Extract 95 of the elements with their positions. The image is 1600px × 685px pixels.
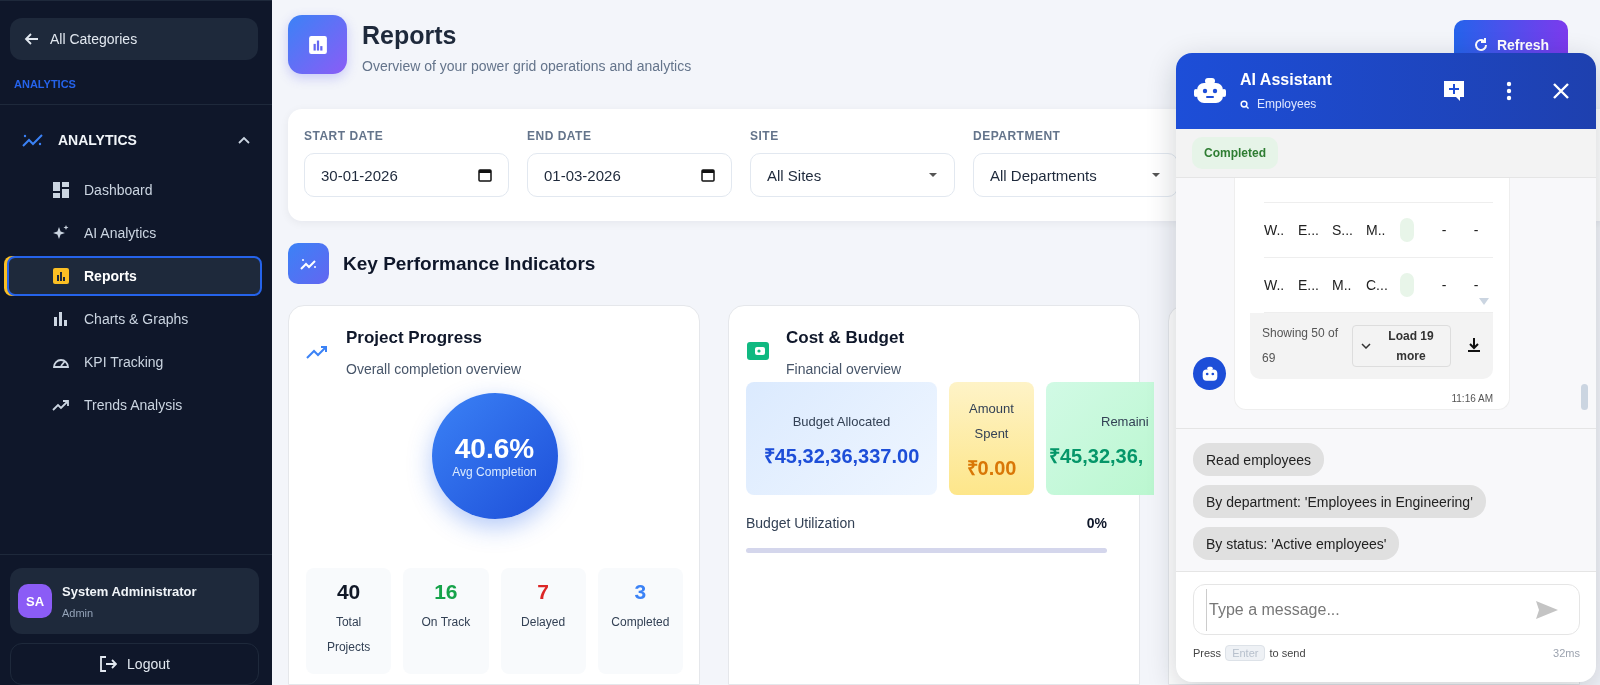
stat-value: 16 bbox=[434, 580, 458, 604]
completion-label: Avg Completion bbox=[452, 465, 537, 479]
user-name: System Administrator bbox=[62, 583, 197, 599]
grid-icon bbox=[52, 181, 70, 199]
table-cell: W.. bbox=[1264, 222, 1286, 238]
showing-count: Showing 50 of 69 bbox=[1262, 325, 1340, 367]
bar-chart-icon bbox=[52, 267, 70, 285]
completion-percent: 40.6% bbox=[454, 433, 535, 465]
trend-icon bbox=[306, 344, 330, 360]
table-cell: S... bbox=[1332, 222, 1354, 238]
filter-label: END DATE bbox=[527, 129, 593, 143]
calendar-icon bbox=[701, 168, 715, 182]
message-field[interactable]: Type a message... bbox=[1193, 584, 1580, 635]
table-cell-text: - bbox=[1472, 222, 1480, 238]
close-icon bbox=[1552, 82, 1570, 100]
stat-value: 40 bbox=[336, 580, 361, 604]
all-categories-button[interactable]: All Categories bbox=[10, 18, 258, 60]
user-role: Admin bbox=[62, 606, 95, 619]
suggestion-chip[interactable]: Read employees bbox=[1193, 443, 1325, 476]
status-badge: Completed bbox=[1192, 137, 1278, 169]
table-cell: C... bbox=[1366, 277, 1388, 293]
budget-amount: ₹0.00 bbox=[966, 456, 1017, 481]
report-icon bbox=[288, 15, 347, 74]
chevron-icon bbox=[1361, 343, 1371, 349]
date-field[interactable]: 30-01-2026 bbox=[304, 153, 509, 197]
stat-value: 3 bbox=[634, 580, 647, 604]
stat-value: 7 bbox=[537, 580, 549, 604]
section-title: Key Performance Indicators bbox=[343, 252, 596, 275]
table-cell-text: - bbox=[1472, 277, 1480, 293]
download-icon bbox=[1467, 336, 1481, 353]
budget-amount: ₹45,32,36,337.00 bbox=[763, 443, 920, 469]
back-arrow-icon bbox=[24, 31, 40, 47]
search-icon bbox=[1240, 99, 1249, 109]
chat-title: AI Assistant bbox=[1240, 71, 1333, 89]
add-comment-icon bbox=[1442, 79, 1466, 103]
budget-label: Amount Spent bbox=[968, 400, 1015, 443]
logout-button[interactable]: Logout bbox=[10, 643, 259, 685]
page-title: Reports bbox=[362, 21, 458, 50]
calendar-icon bbox=[478, 168, 492, 182]
wallet-icon bbox=[746, 340, 770, 362]
filter-label: SITE bbox=[750, 129, 780, 143]
table-cell: W.. bbox=[1264, 277, 1286, 293]
nav-item[interactable]: KPI Tracking bbox=[7, 342, 262, 382]
utilization-label: Budget Utilization bbox=[746, 515, 855, 531]
robot-icon bbox=[1200, 365, 1219, 382]
hint-text: to send bbox=[1269, 647, 1306, 659]
table-cell-text: - bbox=[1440, 222, 1448, 238]
card-title: Project Progress bbox=[346, 328, 484, 348]
suggestion-chip[interactable]: By department: 'Employees in Engineering' bbox=[1193, 485, 1486, 518]
page-subtitle: Overview of your power grid operations and analytics bbox=[362, 58, 692, 74]
stat-label: Delayed bbox=[520, 614, 567, 631]
filter-label: START DATE bbox=[304, 129, 385, 143]
table-cell-text: M.. bbox=[1332, 277, 1353, 293]
table-cell-text: M.. bbox=[1366, 222, 1387, 238]
budget-amount: ₹45,32,36, bbox=[1049, 443, 1144, 469]
refresh-icon bbox=[1472, 37, 1489, 53]
logout-icon bbox=[99, 655, 118, 673]
dropdown-icon bbox=[928, 172, 938, 178]
utilization-value: 0% bbox=[1086, 515, 1108, 531]
budget-label: Budget Allocated bbox=[792, 412, 891, 431]
message-time: 11:16 AM bbox=[1451, 393, 1493, 404]
section-label: ANALYTICS bbox=[13, 78, 77, 90]
card-subtitle: Overall completion overview bbox=[346, 361, 522, 377]
load-more-button[interactable]: Load 19 more bbox=[1352, 325, 1451, 367]
latency-text: 32ms bbox=[1553, 647, 1580, 659]
user-avatar: SA bbox=[18, 584, 52, 618]
bar-chart-icon bbox=[52, 310, 70, 328]
more-icon bbox=[1506, 81, 1512, 101]
nav-item[interactable]: Dashboard bbox=[7, 170, 262, 210]
table-cell: E... bbox=[1298, 277, 1320, 293]
chat-context: Employees bbox=[1240, 97, 1410, 111]
stat-label: Total Projects bbox=[325, 614, 372, 656]
filter-label: DEPARTMENT bbox=[973, 129, 1062, 143]
analytics-group-header[interactable]: ANALYTICS bbox=[0, 125, 272, 155]
robot-icon bbox=[1194, 77, 1226, 105]
nav-item[interactable]: Trends Analysis bbox=[7, 385, 262, 425]
nav-item[interactable]: Charts & Graphs bbox=[7, 299, 262, 339]
nav-item[interactable]: Reports bbox=[7, 256, 262, 296]
nav-item[interactable]: AI Analytics bbox=[7, 213, 262, 253]
card-subtitle: Financial overview bbox=[786, 361, 903, 377]
sparkle-trend-icon bbox=[288, 243, 329, 284]
suggestion-chip[interactable]: By status: 'Active employees' bbox=[1193, 527, 1400, 560]
hint-text: Press bbox=[1193, 647, 1222, 659]
select-field[interactable]: All Sites bbox=[750, 153, 955, 197]
stat-label: Completed bbox=[610, 614, 671, 631]
card-title: Cost & Budget bbox=[786, 328, 905, 348]
budget-label: Remaini bbox=[1100, 412, 1149, 431]
date-field[interactable]: 01-03-2026 bbox=[527, 153, 732, 197]
scrollbar[interactable] bbox=[1581, 384, 1588, 410]
chevron-icon bbox=[238, 136, 250, 144]
trend-icon bbox=[22, 132, 44, 148]
table-cell-text: - bbox=[1440, 277, 1448, 293]
table-cell: E... bbox=[1298, 222, 1320, 238]
stat-label: On Track bbox=[420, 614, 472, 631]
dropdown-icon bbox=[1151, 172, 1161, 178]
